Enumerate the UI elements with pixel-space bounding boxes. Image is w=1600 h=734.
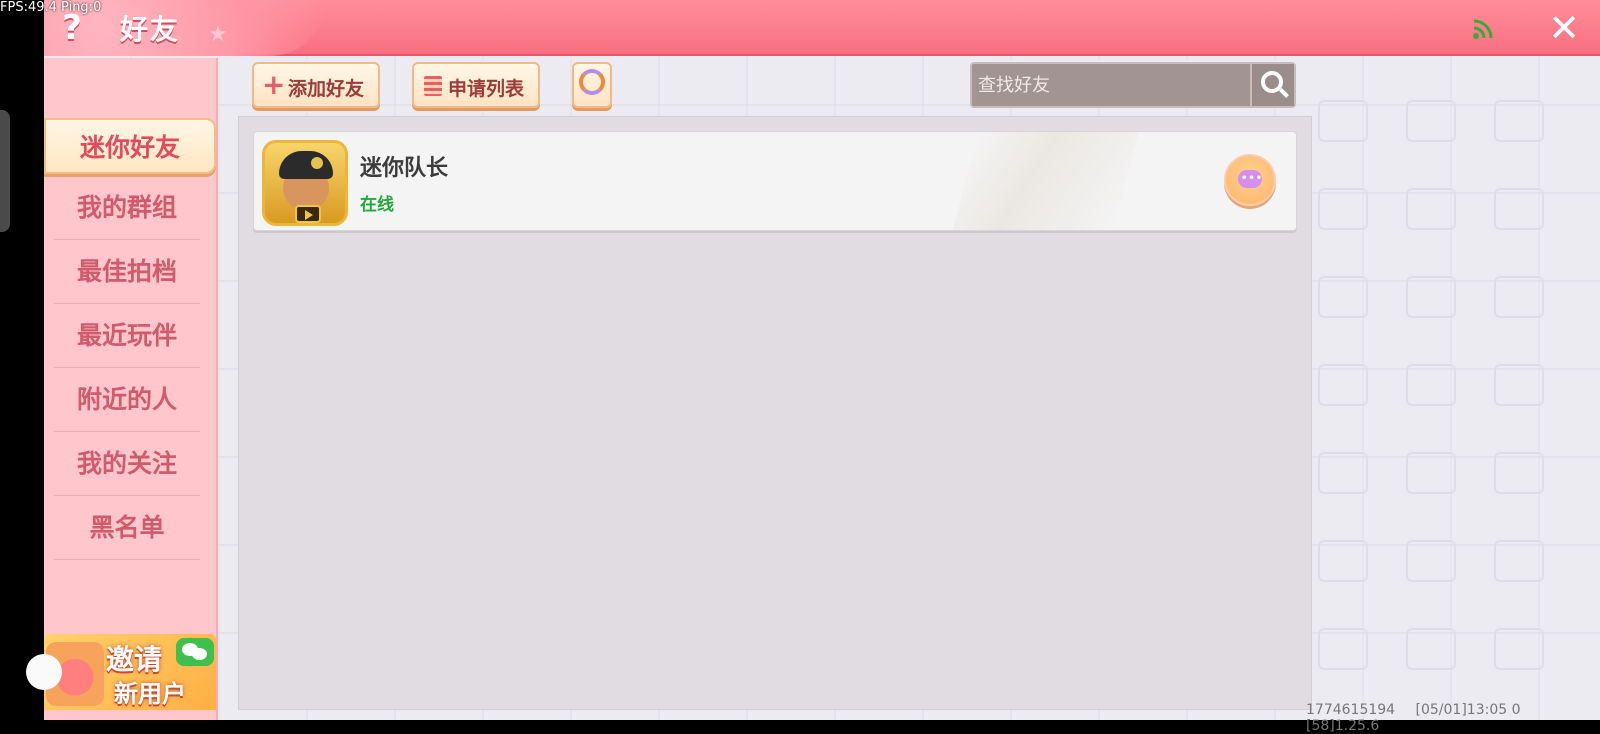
friends-window: ? 好友 ★ ✕ 迷你好友 我的群组 最佳拍档 最近玩伴 附近的人 我的关注 黑… [44, 0, 1600, 734]
background-pattern [1494, 540, 1544, 582]
list-icon [424, 76, 442, 96]
background-pattern [1406, 100, 1456, 142]
background-pattern [1406, 452, 1456, 494]
add-friend-label: 添加好友 [288, 78, 365, 100]
close-icon[interactable]: ✕ [1544, 8, 1584, 48]
chat-dots: ••• [1241, 173, 1264, 184]
background-pattern [1406, 540, 1456, 582]
side-handle[interactable] [0, 110, 10, 232]
background-pattern [1318, 188, 1368, 230]
sidebar: 迷你好友 我的群组 最佳拍档 最近玩伴 附近的人 我的关注 黑名单 邀请 新用户 [44, 58, 218, 720]
floating-assist-button[interactable] [26, 654, 62, 690]
wechat-icon [176, 638, 214, 666]
wifi-signal-icon [1473, 19, 1493, 39]
background-pattern [1318, 100, 1368, 142]
background-pattern [1494, 452, 1544, 494]
list-item[interactable]: 迷你队长 在线 ••• [253, 131, 1297, 231]
plus-icon: + [262, 68, 286, 101]
invite-line1: 邀请 [106, 643, 163, 676]
sidebar-item-mini-friends[interactable]: 迷你好友 [44, 118, 216, 174]
friend-status: 在线 [360, 195, 394, 215]
request-list-button[interactable]: 申请列表 [412, 62, 540, 108]
sidebar-item-best-partner[interactable]: 最佳拍档 [54, 240, 200, 304]
background-pattern [1494, 364, 1544, 406]
background-pattern [1494, 276, 1544, 318]
background-pattern [1318, 364, 1368, 406]
background-pattern [1494, 188, 1544, 230]
background-pattern [1406, 276, 1456, 318]
invite-new-user-banner[interactable]: 邀请 新用户 [44, 634, 216, 710]
cap-badge-icon [311, 157, 323, 169]
avatar[interactable] [262, 140, 348, 226]
request-list-label: 申请列表 [448, 78, 525, 100]
star-icon: ★ [208, 22, 228, 47]
header-bar: ? 好友 ★ ✕ [44, 0, 1600, 56]
fps-overlay: FPS:49.4 Ping:0 [0, 0, 102, 15]
background-pattern [1406, 188, 1456, 230]
sidebar-item-blacklist[interactable]: 黑名单 [54, 496, 200, 560]
background-pattern [1318, 276, 1368, 318]
friend-list: 迷你队长 在线 ••• [238, 116, 1312, 710]
search-input[interactable] [978, 68, 1248, 102]
chat-button[interactable]: ••• [1224, 154, 1276, 206]
background-pattern [1406, 364, 1456, 406]
search-button[interactable] [1250, 64, 1294, 106]
refresh-icon [579, 69, 605, 95]
background-pattern [1318, 452, 1368, 494]
app-screen: ? 好友 ★ ✕ 迷你好友 我的群组 最佳拍档 最近玩伴 附近的人 我的关注 黑… [0, 0, 1600, 734]
add-friend-button[interactable]: + 添加好友 [252, 62, 380, 108]
page-title: 好友 [120, 13, 181, 46]
background-pattern [1318, 540, 1368, 582]
sidebar-item-my-groups[interactable]: 我的群组 [54, 176, 200, 240]
row-sheen [946, 132, 1142, 230]
search-box [970, 62, 1296, 108]
background-pattern [1318, 628, 1368, 670]
background-pattern [1406, 628, 1456, 670]
friend-name: 迷你队长 [360, 156, 449, 181]
avatar-cap [279, 151, 333, 179]
user-id: 1774615194 [1306, 702, 1396, 718]
invite-line2: 新用户 [114, 680, 186, 708]
search-icon-handle [1279, 88, 1289, 98]
refresh-button[interactable] [572, 62, 612, 108]
background-pattern [1494, 100, 1544, 142]
version-info: 1774615194 [05/01]13:05 0 [58]1.25.6 [1306, 702, 1600, 734]
background-pattern [1494, 628, 1544, 670]
sidebar-item-nearby[interactable]: 附近的人 [54, 368, 200, 432]
video-badge-icon [295, 205, 321, 223]
version-number: [58]1.25.6 [1306, 718, 1380, 734]
sidebar-item-following[interactable]: 我的关注 [54, 432, 200, 496]
sidebar-item-recent-players[interactable]: 最近玩伴 [54, 304, 200, 368]
build-info: [05/01]13:05 0 [1415, 702, 1521, 718]
